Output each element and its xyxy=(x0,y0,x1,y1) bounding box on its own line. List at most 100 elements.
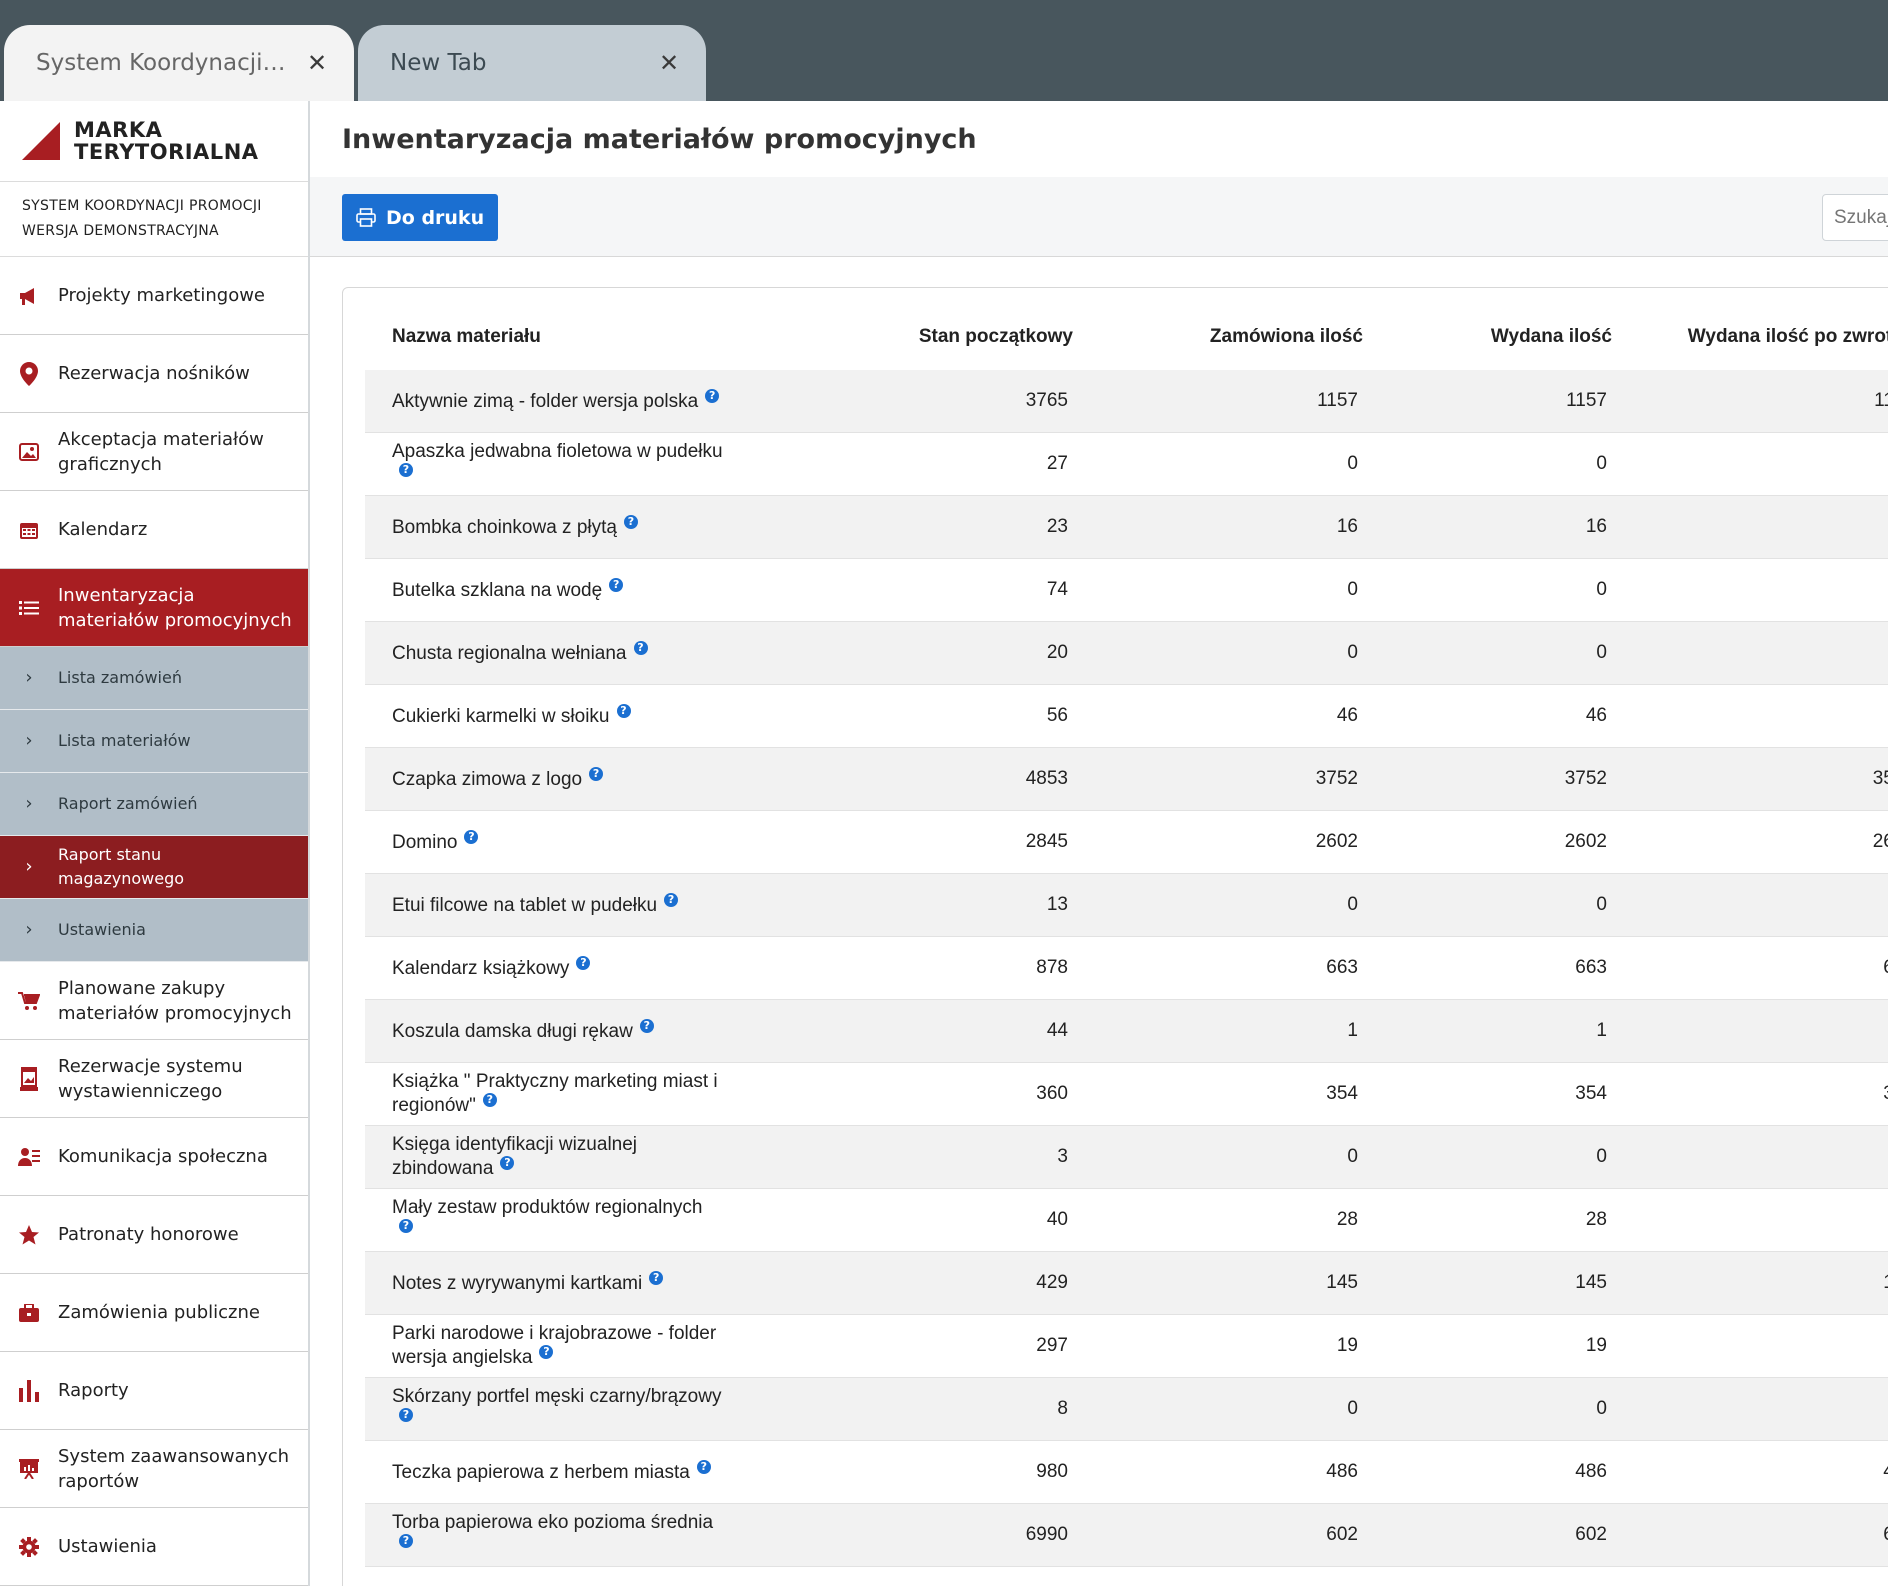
table-row[interactable]: Książka " Praktyczny marketing miast i r… xyxy=(365,1062,1888,1126)
material-name: Aktywnie zimą - folder wersja polska xyxy=(392,391,699,412)
sidebar-item-patronaty[interactable]: Patronaty honorowe xyxy=(0,1196,308,1274)
column-header-ordered[interactable]: Zamówiona ilość xyxy=(1073,304,1363,370)
table-row[interactable]: Cukierki karmelki w słoiku?56464626 xyxy=(365,684,1888,748)
table-row[interactable]: Chusta regionalna wełniana?20000 xyxy=(365,621,1888,685)
sidebar-item-zamowienia[interactable]: Zamówienia publiczne xyxy=(0,1274,308,1352)
material-name: Teczka papierowa z herbem miasta xyxy=(392,1462,690,1483)
table-row[interactable]: Notes z wyrywanymi kartkami?429145145135 xyxy=(365,1251,1888,1315)
ordered-qty-cell: 28 xyxy=(1073,1188,1363,1252)
material-name-cell: Księga identyfikacji wizualnej zbindowan… xyxy=(365,1125,723,1189)
help-question-icon[interactable]: ? xyxy=(639,1019,654,1033)
sidebar-item-planowane-zakupy[interactable]: Planowane zakupy materiałów promocyjnych xyxy=(0,962,308,1040)
close-tab-icon[interactable]: ✕ xyxy=(654,49,684,77)
system-name: SYSTEM KOORDYNACJI PROMOCJI xyxy=(22,198,262,214)
sidebar-item-rezerwacje-systemu[interactable]: Rezerwacje systemu wystawienniczego xyxy=(0,1040,308,1118)
issued-qty-cell: 0 xyxy=(1363,621,1612,685)
sidebar-subitem-lista-materialow[interactable]: › Lista materiałów xyxy=(0,710,308,773)
help-question-icon[interactable]: ? xyxy=(609,578,624,592)
ordered-qty-cell: 2602 xyxy=(1073,810,1363,874)
help-question-icon[interactable]: ? xyxy=(623,515,638,529)
table-row[interactable]: Parki narodowe i krajobrazowe - folder w… xyxy=(365,1314,1888,1378)
start-stock-cell: 44 xyxy=(723,999,1073,1063)
sidebar-item-akceptacja[interactable]: Akceptacja materiałów graficznych xyxy=(0,413,308,491)
help-question-icon[interactable]: ? xyxy=(464,830,479,844)
table-row[interactable]: Apaszka jedwabna fioletowa w pudełku? 27 0… xyxy=(365,432,1888,496)
ordered-qty-cell: 0 xyxy=(1073,432,1363,496)
map-pin-icon xyxy=(0,361,58,386)
sidebar-subitem-ustawienia[interactable]: › Ustawienia xyxy=(0,899,308,962)
calendar-icon xyxy=(0,520,58,540)
logo[interactable]: MARKA TERYTORIALNA xyxy=(0,101,308,182)
sidebar-subitem-label: Raport stanu magazynowego xyxy=(58,845,185,888)
table-row[interactable]: Koszula damska długi rękaw?44111 xyxy=(365,999,1888,1063)
sidebar-subitem-raport-stanu[interactable]: › Raport stanu magazynowego xyxy=(0,836,308,899)
sidebar-item-ustawienia[interactable]: Ustawienia xyxy=(0,1508,308,1586)
help-question-icon[interactable]: ? xyxy=(616,704,631,718)
column-header-issued[interactable]: Wydana ilość xyxy=(1363,304,1612,370)
search-input[interactable] xyxy=(1822,194,1888,241)
browser-tab-active[interactable]: System Koordynacji… ✕ xyxy=(4,25,354,101)
issued-after-returns-cell: 486 xyxy=(1612,1440,1888,1504)
browser-tab-bar: System Koordynacji… ✕ New Tab ✕ xyxy=(0,0,1888,101)
help-question-icon[interactable]: ? xyxy=(482,1093,497,1107)
sidebar-subitem-label: Raport zamówień xyxy=(58,794,198,813)
material-name-cell: Teczka papierowa z herbem miasta? xyxy=(365,1440,723,1504)
column-header-returned[interactable]: Wydana ilość po zwrotach xyxy=(1612,304,1888,370)
issued-after-returns-cell: 0 xyxy=(1612,558,1888,622)
table-row[interactable]: Skórzany portfel męski czarny/brązowy? 8 0… xyxy=(365,1377,1888,1441)
help-question-icon[interactable]: ? xyxy=(633,641,648,655)
table-header-row: Nazwa materiału Stan początkowy Zamówion… xyxy=(365,304,1888,370)
sidebar-subitem-raport-zamowien[interactable]: › Raport zamówień xyxy=(0,773,308,836)
material-name-cell: Notes z wyrywanymi kartkami? xyxy=(365,1251,723,1315)
print-button[interactable]: Do druku xyxy=(342,194,499,241)
sidebar-item-projekty[interactable]: Projekty marketingowe xyxy=(0,257,308,335)
table-row[interactable]: Bombka choinkowa z płytą?23161616 xyxy=(365,495,1888,559)
material-name: Książka " Praktyczny marketing miast i r… xyxy=(392,1071,718,1116)
table-row[interactable]: Aktywnie zimą - folder wersja polska? 376… xyxy=(365,370,1888,433)
ordered-qty-cell: 0 xyxy=(1073,873,1363,937)
help-question-icon[interactable]: ? xyxy=(399,1408,413,1422)
sidebar-item-komunikacja[interactable]: Komunikacja społeczna xyxy=(0,1118,308,1196)
help-question-icon[interactable]: ? xyxy=(649,1271,664,1285)
help-question-icon[interactable]: ? xyxy=(500,1156,515,1170)
help-question-icon[interactable]: ? xyxy=(399,1534,413,1548)
close-tab-icon[interactable]: ✕ xyxy=(302,49,332,77)
issued-qty-cell: 2602 xyxy=(1363,810,1612,874)
sidebar-item-system-raportow[interactable]: System zaawansowanych raportów xyxy=(0,1430,308,1508)
ordered-qty-cell: 0 xyxy=(1073,1125,1363,1189)
issued-qty-cell: 145 xyxy=(1363,1251,1612,1315)
table-row[interactable]: Butelka szklana na wodę?74000 xyxy=(365,558,1888,622)
column-header-name[interactable]: Nazwa materiału xyxy=(365,304,723,370)
table-row[interactable]: Kalendarz książkowy?878663663649 xyxy=(365,936,1888,1000)
sidebar-subitem-lista-zamowien[interactable]: › Lista zamówień xyxy=(0,647,308,710)
table-row[interactable]: Czapka zimowa z logo?4853375237523597 xyxy=(365,747,1888,811)
help-question-icon[interactable]: ? xyxy=(664,893,679,907)
chevron-right-icon: › xyxy=(25,793,33,814)
help-question-icon[interactable]: ? xyxy=(539,1345,554,1359)
table-row[interactable]: Etui filcowe na tablet w pudełku?13000 xyxy=(365,873,1888,937)
material-name-cell: Cukierki karmelki w słoiku? xyxy=(365,684,723,748)
table-row[interactable]: Teczka papierowa z herbem miasta? 980 486 4… xyxy=(365,1440,1888,1504)
help-question-icon[interactable]: ? xyxy=(399,463,413,477)
help-question-icon[interactable]: ? xyxy=(589,767,604,781)
sidebar-item-inwentaryzacja[interactable]: Inwentaryzacja materiałów promocyjnych xyxy=(0,569,308,647)
start-stock-cell: 4853 xyxy=(723,747,1073,811)
sidebar-item-raporty[interactable]: Raporty xyxy=(0,1352,308,1430)
sidebar-item-label: Raporty xyxy=(58,1380,129,1401)
sidebar-item-rezerwacja[interactable]: Rezerwacja nośników xyxy=(0,335,308,413)
issued-qty-cell: 28 xyxy=(1363,1188,1612,1252)
browser-tab-new[interactable]: New Tab ✕ xyxy=(358,25,706,101)
issued-after-returns-cell: 26 xyxy=(1612,684,1888,748)
table-row[interactable]: Domino?2845260226022602 xyxy=(365,810,1888,874)
table-row[interactable]: Torba papierowa eko pozioma średnia? 6990… xyxy=(365,1503,1888,1567)
system-version: WERSJA DEMONSTRACYJNA xyxy=(22,223,219,239)
help-question-icon[interactable]: ? xyxy=(399,1219,413,1233)
table-row[interactable]: Księga identyfikacji wizualnej zbindowan… xyxy=(365,1125,1888,1189)
sidebar-item-kalendarz[interactable]: Kalendarz xyxy=(0,491,308,569)
issued-after-returns-cell: 0 xyxy=(1612,873,1888,937)
help-question-icon[interactable]: ? xyxy=(705,389,720,403)
help-question-icon[interactable]: ? xyxy=(576,956,591,970)
table-row[interactable]: Mały zestaw produktów regionalnych? 40 28 2… xyxy=(365,1188,1888,1252)
help-question-icon[interactable]: ? xyxy=(696,1460,711,1474)
column-header-start[interactable]: Stan początkowy xyxy=(723,304,1073,370)
